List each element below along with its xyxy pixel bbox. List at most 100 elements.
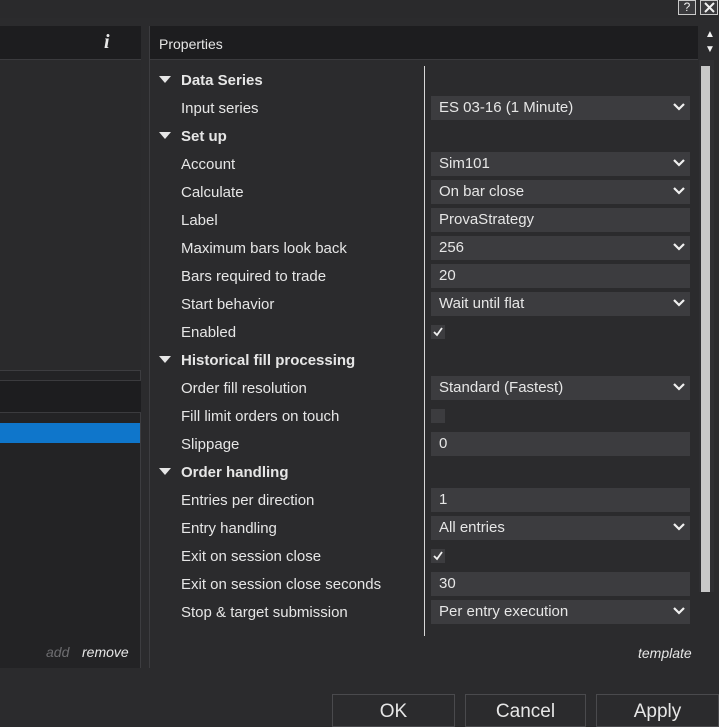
configured-strategies-header bbox=[0, 380, 141, 413]
property-input[interactable]: 20 bbox=[431, 264, 690, 288]
chevron-down-icon[interactable] bbox=[673, 606, 685, 616]
property-label: Stop & target submission bbox=[181, 604, 348, 621]
property-label: Exit on session close seconds bbox=[181, 576, 382, 593]
property-dropdown[interactable]: All entries bbox=[431, 516, 690, 540]
property-row: Start behavior Wait until flat bbox=[150, 290, 698, 318]
dialog-button-bar: OK Cancel Apply bbox=[0, 669, 719, 727]
info-icon[interactable]: i bbox=[104, 31, 110, 54]
chevron-down-icon[interactable] bbox=[673, 298, 685, 308]
collapse-arrow-icon[interactable] bbox=[159, 132, 171, 139]
category-row: Set up bbox=[150, 122, 698, 150]
category-row: Historical fill processing bbox=[150, 346, 698, 374]
apply-button[interactable]: Apply bbox=[596, 694, 719, 727]
available-strategies-header: i bbox=[0, 26, 141, 60]
ok-button[interactable]: OK bbox=[332, 694, 455, 727]
close-icon bbox=[704, 2, 715, 13]
help-button[interactable]: ? bbox=[678, 0, 696, 15]
selected-strategy-item[interactable] bbox=[0, 423, 140, 443]
remove-link[interactable]: remove bbox=[82, 644, 129, 660]
property-label: Entry handling bbox=[181, 520, 277, 537]
property-value: Standard (Fastest) bbox=[439, 379, 564, 396]
property-value: All entries bbox=[439, 519, 505, 536]
property-dropdown[interactable]: 256 bbox=[431, 236, 690, 260]
property-value: On bar close bbox=[439, 183, 525, 200]
category-label[interactable]: Order handling bbox=[181, 464, 289, 481]
property-input[interactable]: ProvaStrategy bbox=[431, 208, 690, 232]
close-button[interactable] bbox=[700, 0, 718, 15]
property-input[interactable]: 30 bbox=[431, 572, 690, 596]
property-input[interactable]: 1 bbox=[431, 488, 690, 512]
cancel-button[interactable]: Cancel bbox=[465, 694, 586, 727]
strategies-panel: i add remove bbox=[0, 26, 141, 668]
property-label: Label bbox=[181, 212, 218, 229]
property-label: Exit on session close bbox=[181, 548, 322, 565]
properties-title: Properties bbox=[159, 36, 223, 52]
property-dropdown[interactable]: ES 03-16 (1 Minute) bbox=[431, 96, 690, 120]
category-label[interactable]: Data Series bbox=[181, 72, 263, 89]
property-value: Per entry execution bbox=[439, 603, 569, 620]
properties-header: Properties bbox=[150, 26, 698, 60]
property-row: Stop & target submission Per entry execut… bbox=[150, 598, 698, 626]
template-link[interactable]: template bbox=[638, 645, 692, 661]
category-row: Data Series bbox=[150, 66, 698, 94]
chevron-down-icon[interactable] bbox=[673, 242, 685, 252]
property-row: Enabled bbox=[150, 318, 698, 346]
property-label: Account bbox=[181, 156, 236, 173]
property-row: Input series ES 03-16 (1 Minute) bbox=[150, 94, 698, 122]
vertical-scrollbar[interactable] bbox=[699, 60, 714, 592]
property-checkbox[interactable] bbox=[431, 549, 445, 563]
property-row: Maximum bars look back 256 bbox=[150, 234, 698, 262]
property-checkbox[interactable] bbox=[431, 409, 445, 423]
property-row: Fill limit orders on touch bbox=[150, 402, 698, 430]
property-label: Order fill resolution bbox=[181, 380, 307, 397]
property-row: Bars required to trade 20 bbox=[150, 262, 698, 290]
property-row: Order fill resolution Standard (Fastest) bbox=[150, 374, 698, 402]
chevron-down-icon[interactable] bbox=[673, 522, 685, 532]
checkmark-icon bbox=[433, 551, 443, 561]
property-row: Label ProvaStrategy bbox=[150, 206, 698, 234]
property-label: Calculate bbox=[181, 184, 244, 201]
property-value: Wait until flat bbox=[439, 295, 525, 312]
chevron-down-icon[interactable] bbox=[673, 186, 685, 196]
property-grid: Data Series Input series ES 03-16 (1 Minut… bbox=[150, 66, 698, 636]
chevron-down-icon[interactable] bbox=[673, 158, 685, 168]
property-value: 0 bbox=[439, 435, 448, 452]
property-row: Entries per direction 1 bbox=[150, 486, 698, 514]
collapse-arrow-icon[interactable] bbox=[159, 76, 171, 83]
chevron-down-icon[interactable] bbox=[673, 382, 685, 392]
scrollbar-thumb[interactable] bbox=[701, 66, 710, 592]
property-row: Exit on session close bbox=[150, 542, 698, 570]
chevron-down-icon[interactable] bbox=[673, 102, 685, 112]
property-dropdown[interactable]: Per entry execution bbox=[431, 600, 690, 624]
property-value: ES 03-16 (1 Minute) bbox=[439, 99, 574, 116]
property-dropdown[interactable]: Standard (Fastest) bbox=[431, 376, 690, 400]
property-dropdown[interactable]: Sim101 bbox=[431, 152, 690, 176]
category-label[interactable]: Set up bbox=[181, 128, 227, 145]
scroll-up-arrow-icon[interactable]: ▲ bbox=[705, 29, 715, 40]
property-input[interactable]: 0 bbox=[431, 432, 690, 456]
title-bar: ? bbox=[0, 0, 719, 18]
property-value: ProvaStrategy bbox=[439, 211, 535, 228]
available-strategies-list[interactable] bbox=[0, 60, 141, 371]
property-checkbox[interactable] bbox=[431, 325, 445, 339]
add-link[interactable]: add bbox=[46, 644, 69, 660]
properties-panel: Properties ▲ ▼ Data Series Input series ES… bbox=[149, 26, 719, 668]
property-label: Maximum bars look back bbox=[181, 240, 347, 257]
property-value: 30 bbox=[439, 575, 456, 592]
property-dropdown[interactable]: On bar close bbox=[431, 180, 690, 204]
property-label: Input series bbox=[181, 100, 259, 117]
property-row: Exit on session close seconds 30 bbox=[150, 570, 698, 598]
property-row: Account Sim101 bbox=[150, 150, 698, 178]
property-value: 20 bbox=[439, 267, 456, 284]
collapse-arrow-icon[interactable] bbox=[159, 356, 171, 363]
property-label: Slippage bbox=[181, 436, 240, 453]
category-row: Order handling bbox=[150, 458, 698, 486]
scroll-down-arrow-icon[interactable]: ▼ bbox=[705, 44, 715, 55]
collapse-arrow-icon[interactable] bbox=[159, 468, 171, 475]
property-value: 1 bbox=[439, 491, 448, 508]
property-row: Entry handling All entries bbox=[150, 514, 698, 542]
property-label: Start behavior bbox=[181, 296, 275, 313]
property-row: Slippage 0 bbox=[150, 430, 698, 458]
property-dropdown[interactable]: Wait until flat bbox=[431, 292, 690, 316]
category-label[interactable]: Historical fill processing bbox=[181, 352, 355, 369]
